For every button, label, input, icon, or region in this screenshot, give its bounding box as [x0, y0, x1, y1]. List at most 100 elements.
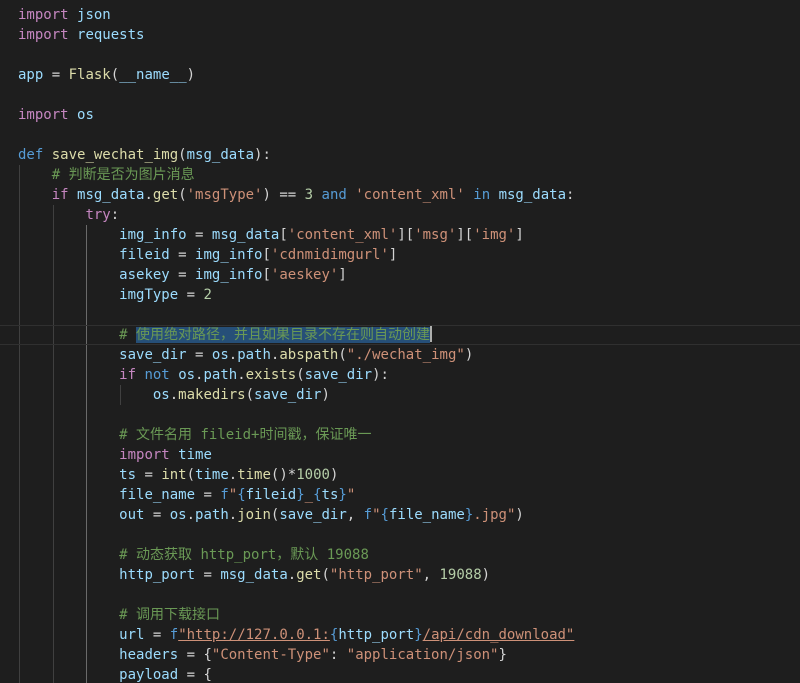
code-line[interactable] — [0, 85, 800, 105]
code-token: = — [144, 627, 170, 643]
code-line[interactable]: headers = {"Content-Type": "application/… — [0, 645, 800, 665]
code-token: f — [169, 627, 179, 643]
code-line[interactable] — [0, 125, 800, 145]
line-content: asekey = img_info['aeskey'] — [18, 265, 347, 285]
code-token: f — [363, 507, 373, 523]
code-token: 'aeskey' — [270, 267, 339, 283]
code-token: = { — [178, 647, 212, 663]
code-line[interactable]: app = Flask(__name__) — [0, 65, 800, 85]
code-line[interactable]: os.makedirs(save_dir) — [0, 385, 800, 405]
code-token: # — [119, 327, 137, 343]
code-token: ][ — [456, 227, 474, 243]
line-content: out = os.path.join(save_dir, f"{file_nam… — [18, 505, 524, 525]
code-line[interactable]: file_name = f"{fileid}_{ts}" — [0, 485, 800, 505]
code-token: "application/json" — [346, 647, 499, 663]
code-token: save_dir — [279, 507, 347, 523]
code-token: ) — [481, 567, 491, 583]
line-content: # 使用绝对路径，并且如果目录不存在则自动创建 — [18, 325, 433, 345]
code-line[interactable]: # 文件名用 fileid+时间戳，保证唯一 — [0, 425, 800, 445]
code-line[interactable]: try: — [0, 205, 800, 225]
line-content: import requests — [18, 25, 144, 45]
code-token: ( — [110, 67, 120, 83]
code-token: os — [169, 507, 187, 523]
line-content: # 判断是否为图片消息 — [18, 165, 195, 185]
code-line[interactable] — [0, 45, 800, 65]
code-token: . — [186, 507, 196, 523]
code-line[interactable]: ts = int(time.time()*1000) — [0, 465, 800, 485]
code-token: [ — [262, 267, 271, 283]
line-content: # 动态获取 http_port，默认 19088 — [18, 545, 369, 565]
code-line[interactable]: fileid = img_info['cdnmidimgurl'] — [0, 245, 800, 265]
code-line[interactable]: import time — [0, 445, 800, 465]
code-line[interactable]: if msg_data.get('msgType') == 3 and 'con… — [0, 185, 800, 205]
code-token: ] — [515, 227, 524, 243]
code-token: makedirs — [178, 387, 246, 403]
code-token: join — [237, 507, 271, 523]
code-token: not — [144, 367, 170, 383]
code-token: msg_data — [211, 227, 280, 243]
code-line[interactable]: import requests — [0, 25, 800, 45]
code-token: . — [228, 347, 238, 363]
code-token: = — [195, 567, 221, 583]
code-line[interactable]: payload = { — [0, 665, 800, 683]
code-token: "./wechat_img" — [346, 347, 465, 363]
code-token: } — [464, 507, 474, 523]
code-line[interactable]: save_dir = os.path.abspath("./wechat_img… — [0, 345, 800, 365]
code-line[interactable]: img_info = msg_data['content_xml']['msg'… — [0, 225, 800, 245]
code-line[interactable]: # 判断是否为图片消息 — [0, 165, 800, 185]
code-token: { — [313, 487, 322, 503]
code-token: /api/cdn_download" — [422, 627, 575, 643]
code-token: # 动态获取 http_port，默认 19088 — [119, 547, 369, 563]
code-line[interactable]: out = os.path.join(save_dir, f"{file_nam… — [0, 505, 800, 525]
code-line[interactable]: if not os.path.exists(save_dir): — [0, 365, 800, 385]
code-token: 'cdnmidimgurl' — [270, 247, 389, 263]
code-line[interactable]: # 调用下载接口 — [0, 605, 800, 625]
code-line[interactable] — [0, 585, 800, 605]
code-token: in — [473, 187, 491, 203]
line-content: if msg_data.get('msgType') == 3 and 'con… — [18, 185, 575, 205]
code-token: 'content_xml' — [355, 187, 465, 203]
code-line[interactable]: import os — [0, 105, 800, 125]
line-content: try: — [18, 205, 119, 225]
code-line[interactable] — [0, 405, 800, 425]
code-editor[interactable]: import json import requests app = Flask(__… — [0, 0, 800, 683]
code-line[interactable]: def save_wechat_img(msg_data): — [0, 145, 800, 165]
code-token: , — [422, 567, 440, 583]
line-content: http_port = msg_data.get("http_port", 19… — [18, 565, 490, 585]
code-token: ( — [178, 187, 187, 203]
code-token: get — [152, 187, 179, 203]
code-line[interactable]: http_port = msg_data.get("http_port", 19… — [0, 565, 800, 585]
code-token: import — [119, 447, 170, 463]
code-token: def — [18, 147, 44, 163]
code-line[interactable]: imgType = 2 — [0, 285, 800, 305]
code-line[interactable] — [0, 305, 800, 325]
code-token: "http://127.0.0.1: — [178, 627, 330, 643]
current-line[interactable]: # 使用绝对路径，并且如果目录不存在则自动创建 — [0, 325, 800, 345]
code-line[interactable]: asekey = img_info['aeskey'] — [0, 265, 800, 285]
code-line[interactable]: # 动态获取 http_port，默认 19088 — [0, 545, 800, 565]
code-token: app — [18, 67, 44, 83]
code-token: img_info — [119, 227, 187, 243]
line-content: os.makedirs(save_dir) — [18, 385, 330, 405]
code-line[interactable]: import json — [0, 5, 800, 25]
line-content: headers = {"Content-Type": "application/… — [18, 645, 507, 665]
code-token: .jpg" — [473, 507, 516, 523]
code-token: 2 — [203, 287, 212, 303]
code-token: 3 — [304, 187, 314, 203]
line-content: url = f"http://127.0.0.1:{http_port}/api… — [18, 625, 574, 645]
code-line[interactable] — [0, 525, 800, 545]
code-token: : — [329, 647, 347, 663]
code-token: . — [228, 507, 238, 523]
code-token: " — [228, 487, 238, 503]
code-token: ( — [245, 387, 255, 403]
code-line[interactable]: url = f"http://127.0.0.1:{http_port}/api… — [0, 625, 800, 645]
